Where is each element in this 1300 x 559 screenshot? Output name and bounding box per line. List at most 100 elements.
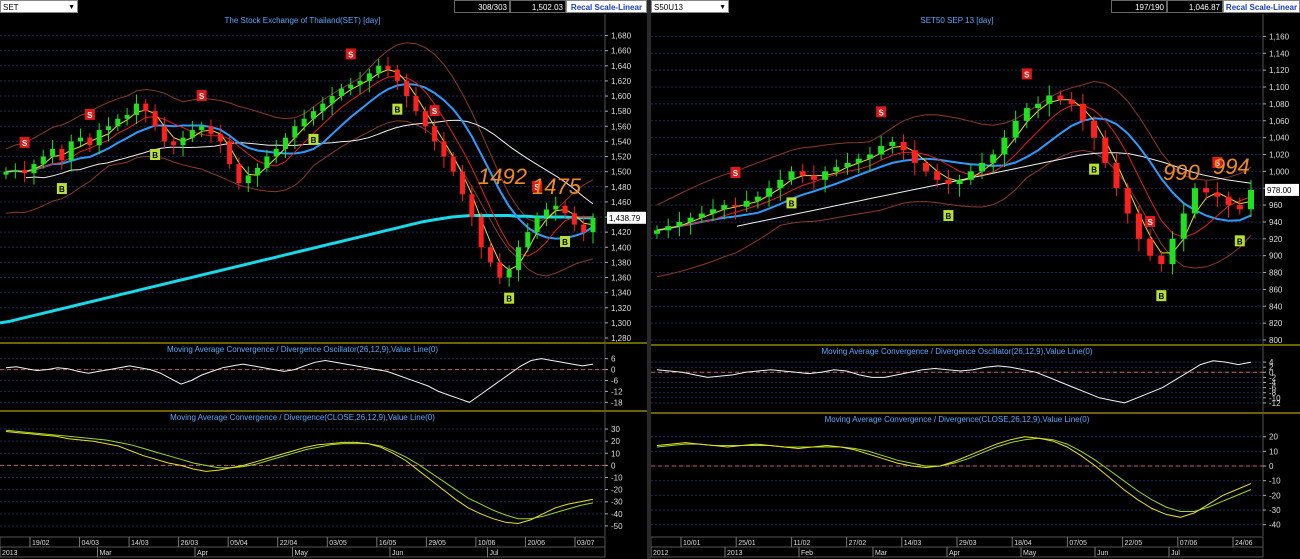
candle-body bbox=[922, 162, 930, 172]
y-tick-label: 1,060 bbox=[1269, 117, 1290, 126]
candle-body bbox=[441, 141, 447, 157]
date-tick-label: 07/05 bbox=[1069, 540, 1087, 547]
candle-body bbox=[292, 126, 298, 138]
candle-body bbox=[199, 126, 205, 131]
left-symbol-value: SET bbox=[3, 3, 19, 12]
candle-body bbox=[698, 213, 705, 218]
y-tick-label: 0 bbox=[611, 366, 616, 375]
y-tick-label: -6 bbox=[611, 377, 619, 386]
sell-signal-label: S bbox=[733, 169, 739, 178]
y-tick-label: 1,420 bbox=[611, 228, 632, 237]
y-tick-label: 1,660 bbox=[611, 47, 632, 56]
y-tick-label: 1,480 bbox=[611, 183, 632, 192]
candle-body bbox=[990, 154, 997, 163]
candle-body bbox=[866, 154, 873, 159]
y-tick-label: 0 bbox=[611, 461, 616, 470]
right-symbol-select[interactable]: S50U13 ▼ bbox=[651, 0, 729, 13]
candle-body bbox=[676, 221, 683, 227]
y-tick-label: 940 bbox=[1269, 218, 1283, 227]
date-tick-label: 27/02 bbox=[849, 540, 867, 547]
y-tick-label: 1,160 bbox=[1269, 32, 1290, 41]
candle-body bbox=[152, 111, 158, 127]
left-symbol-select[interactable]: SET ▼ bbox=[0, 0, 78, 13]
candle-body bbox=[68, 141, 74, 161]
month-label: Jun bbox=[392, 550, 403, 557]
y-tick-label: -18 bbox=[611, 398, 623, 407]
price-annotation: 990 bbox=[1163, 160, 1200, 185]
month-label: Apr bbox=[197, 550, 209, 557]
candle-body bbox=[945, 179, 952, 184]
left-last-value: 1,502.03 bbox=[510, 0, 566, 13]
month-label: Mar bbox=[100, 550, 113, 557]
candle-body bbox=[394, 69, 400, 81]
date-tick-label: 29/03 bbox=[959, 540, 977, 547]
buy-signal-label: B bbox=[59, 185, 65, 194]
candle-body bbox=[59, 148, 65, 161]
left-recal-scale-button[interactable]: Recal Scale-Linear bbox=[566, 0, 647, 13]
sell-signal-label: S bbox=[22, 139, 28, 148]
candle-body bbox=[478, 217, 484, 248]
candle-body bbox=[562, 205, 568, 214]
price-annotation: 1475 bbox=[532, 174, 582, 199]
y-tick-label: 1,640 bbox=[611, 62, 632, 71]
left-chart-canvas[interactable]: 1,280 1,300 1,320 1,340 1,360 1,380 1,400 1,420… bbox=[0, 14, 647, 559]
candle-body bbox=[1191, 188, 1198, 214]
month-label: Jul bbox=[490, 550, 499, 557]
candle-body bbox=[329, 96, 335, 104]
right-chart-canvas[interactable]: 8008208408608809009209409609801,0001,020… bbox=[651, 14, 1300, 559]
candle-body bbox=[189, 130, 195, 138]
candle-body bbox=[1079, 103, 1086, 121]
buy-signal-label: B bbox=[506, 295, 512, 304]
candle-body bbox=[31, 164, 37, 174]
candle-body bbox=[310, 111, 316, 119]
candle-body bbox=[721, 205, 728, 210]
right-toolbar: S50U13 ▼ 197/190 1,046.87 Recal Scale-Li… bbox=[651, 0, 1300, 14]
y-tick-label: 960 bbox=[1269, 201, 1283, 210]
y-tick-label: 1,460 bbox=[611, 198, 632, 207]
candle-body bbox=[1102, 137, 1109, 163]
candle-body bbox=[460, 171, 466, 195]
right-recal-scale-button[interactable]: Recal Scale-Linear bbox=[1223, 0, 1300, 13]
y-tick-label: 1,400 bbox=[611, 243, 632, 252]
sell-signal-label: S bbox=[432, 107, 438, 116]
candle-body bbox=[687, 217, 694, 222]
y-tick-label: 1,120 bbox=[1269, 66, 1290, 75]
month-label: 2012 bbox=[653, 550, 669, 557]
y-tick-label: 860 bbox=[1269, 285, 1283, 294]
macd-signal-line bbox=[5, 429, 594, 520]
y-tick-label: 1,560 bbox=[611, 122, 632, 131]
candle-body bbox=[777, 179, 784, 189]
candle-body bbox=[40, 156, 46, 165]
y-tick-label: 1,320 bbox=[611, 304, 632, 313]
date-tick-label: 29/05 bbox=[428, 540, 446, 547]
date-tick-label: 05/04 bbox=[230, 540, 248, 547]
y-tick-label: 1,280 bbox=[611, 334, 632, 343]
month-label: Jul bbox=[1171, 550, 1180, 557]
month-label: 2013 bbox=[2, 550, 18, 557]
month-label: 2013 bbox=[727, 550, 743, 557]
candle-body bbox=[665, 226, 672, 231]
candle-body bbox=[133, 103, 139, 115]
upper-band-line bbox=[656, 80, 1252, 206]
candle-body bbox=[889, 141, 896, 147]
date-tick-label: 14/03 bbox=[904, 540, 922, 547]
y-tick-label: -40 bbox=[611, 510, 623, 519]
candle-body bbox=[236, 164, 242, 183]
candle-body bbox=[878, 146, 885, 155]
osc-title: Moving Average Convergence / Divergence … bbox=[822, 347, 1093, 356]
candle-body bbox=[78, 137, 84, 142]
y-tick-label: 1,080 bbox=[1269, 100, 1290, 109]
right-counts: 197/190 bbox=[1111, 0, 1167, 13]
candle-body bbox=[432, 126, 438, 142]
candle-body bbox=[180, 137, 186, 146]
buy-signal-label: B bbox=[1237, 237, 1243, 246]
candle-body bbox=[911, 150, 918, 163]
right-symbol-value: S50U13 bbox=[654, 3, 683, 12]
candle-body bbox=[1057, 95, 1064, 100]
y-tick-label: -10 bbox=[611, 474, 623, 483]
candle-body bbox=[469, 194, 475, 218]
y-tick-label: 1,500 bbox=[611, 168, 632, 177]
right-last-value: 1,046.87 bbox=[1167, 0, 1223, 13]
buy-signal-label: B bbox=[562, 238, 568, 247]
buy-signal-label: B bbox=[311, 136, 317, 145]
